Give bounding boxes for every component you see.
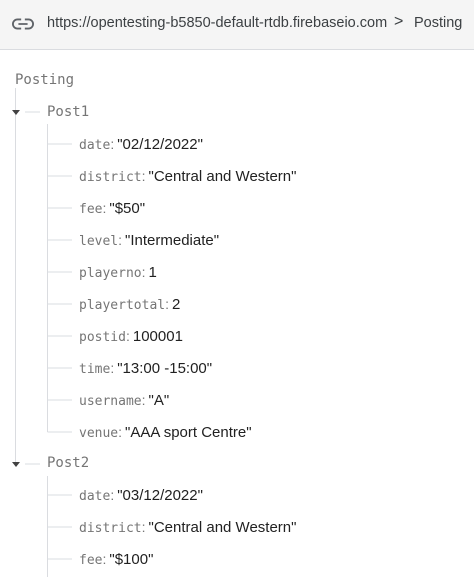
collapse-arrow-icon[interactable] (12, 110, 20, 115)
field-row[interactable]: fee: "$50" (79, 199, 145, 219)
field-row[interactable]: date: "02/12/2022" (79, 135, 203, 155)
field-value[interactable]: "02/12/2022" (117, 136, 203, 153)
field-key: postid (79, 330, 126, 345)
field-row[interactable]: playerno: 1 (79, 263, 157, 283)
tree-node-post1[interactable]: Post1 (47, 104, 89, 120)
field-key: venue (79, 426, 119, 441)
field-row[interactable]: postid: 100001 (79, 327, 183, 347)
field-row[interactable]: playertotal: 2 (79, 295, 180, 315)
field-value[interactable]: "A" (149, 392, 170, 409)
field-value[interactable]: "Central and Western" (149, 168, 297, 185)
field-key: district (79, 521, 142, 536)
field-key: fee (79, 202, 103, 217)
field-value[interactable]: "AAA sport Centre" (125, 424, 252, 441)
field-row[interactable]: district: "Central and Western" (79, 167, 296, 187)
field-key: playerno (79, 266, 142, 281)
field-value[interactable]: "$100" (109, 551, 153, 568)
field-value[interactable]: "03/12/2022" (117, 487, 203, 504)
field-key: level (79, 234, 119, 249)
field-row[interactable]: fee: "$100" (79, 550, 153, 570)
field-row[interactable]: level: "Intermediate" (79, 231, 219, 251)
field-row[interactable]: date: "03/12/2022" (79, 486, 203, 506)
field-value[interactable]: 1 (149, 264, 157, 281)
field-key: time (79, 362, 111, 377)
field-key: date (79, 489, 111, 504)
field-value[interactable]: "$50" (109, 200, 145, 217)
field-row[interactable]: username: "A" (79, 391, 169, 411)
tree-node-post2[interactable]: Post2 (47, 455, 89, 471)
field-key: playertotal (79, 298, 166, 313)
field-row[interactable]: district: "Central and Western" (79, 518, 296, 538)
field-value[interactable]: "Intermediate" (125, 232, 219, 249)
field-value[interactable]: "13:00 -15:00" (117, 360, 212, 377)
field-key: district (79, 170, 142, 185)
field-key: username (79, 394, 142, 409)
field-key: fee (79, 553, 103, 568)
field-value[interactable]: 100001 (133, 328, 183, 345)
field-key: date (79, 138, 111, 153)
collapse-arrow-icon[interactable] (12, 462, 20, 467)
tree-connector-lines (15, 88, 72, 577)
field-row[interactable]: venue: "AAA sport Centre" (79, 423, 252, 443)
field-value[interactable]: 2 (172, 296, 180, 313)
field-row[interactable]: time: "13:00 -15:00" (79, 359, 212, 379)
field-value[interactable]: "Central and Western" (149, 519, 297, 536)
